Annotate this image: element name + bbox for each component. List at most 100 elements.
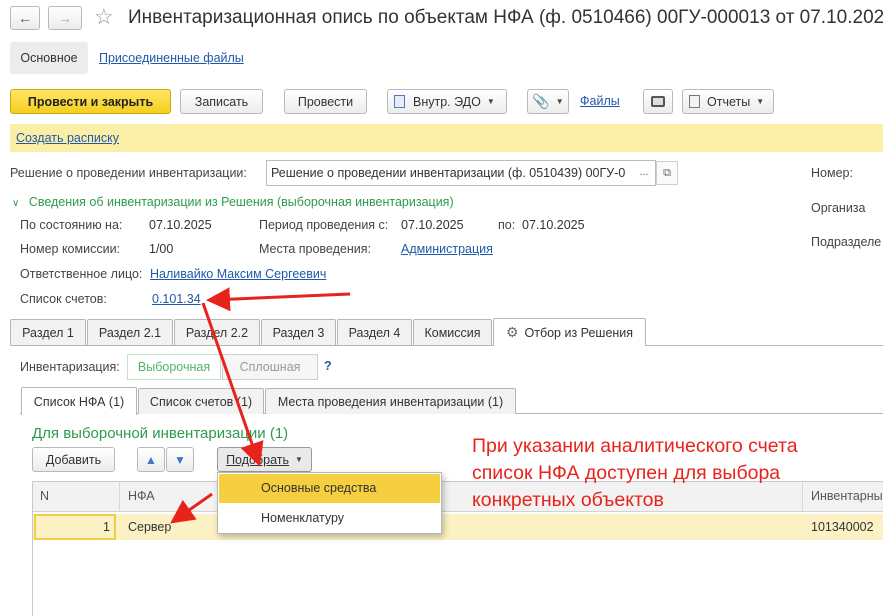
pick-button[interactable]: Подобрать ▼	[217, 447, 312, 472]
add-button[interactable]: Добавить	[32, 447, 115, 472]
reports-button[interactable]: Отчеты ▼	[682, 89, 774, 114]
chevron-down-icon: ▼	[295, 455, 303, 464]
arrow-down-icon: ▼	[174, 452, 186, 467]
ellipsis-icon: ...	[639, 166, 649, 178]
commission-value: 1/00	[149, 242, 174, 256]
inventory-type-label: Инвентаризация:	[20, 360, 120, 374]
help-icon[interactable]: ?	[324, 359, 332, 373]
row-nfa-value: Сервер	[128, 520, 172, 534]
info-section-header[interactable]: ∨ Сведения об инвентаризации из Решения …	[12, 195, 454, 209]
print-button[interactable]	[643, 89, 673, 114]
tab-attached-files[interactable]: Присоединенные файлы	[99, 51, 244, 65]
post-and-close-label: Провести и закрыть	[27, 94, 154, 109]
attach-button[interactable]: 📎 ▼	[527, 89, 569, 114]
files-link[interactable]: Файлы	[580, 94, 620, 108]
chevron-down-icon: ▼	[756, 97, 765, 106]
annotation-text: При указании аналитического счета список…	[472, 433, 798, 514]
tab-selection-from-decision[interactable]: ⚙ Отбор из Решения	[493, 318, 646, 346]
create-receipt-link[interactable]: Создать расписку	[16, 131, 119, 145]
gear-icon: ⚙	[505, 324, 519, 340]
dropdown-item-label: Номенклатуру	[261, 511, 345, 525]
move-down-button[interactable]: ▼	[166, 447, 194, 472]
responsible-link[interactable]: Наливайко Максим Сергеевич	[150, 267, 326, 281]
row-number: 1	[103, 520, 110, 534]
tab-section-2-1[interactable]: Раздел 2.1	[87, 319, 173, 345]
places-label: Места проведения:	[259, 242, 371, 256]
section-tabs-baseline	[10, 345, 883, 346]
internal-edo-label: Внутр. ЭДО	[413, 94, 481, 109]
annotation-line: При указании аналитического счета	[472, 435, 798, 457]
tab-label: Отбор из Решения	[524, 325, 634, 340]
post-label: Провести	[297, 94, 354, 109]
paperclip-icon: 📎	[532, 93, 550, 109]
tab-main-label: Основное	[20, 51, 78, 65]
decision-select-button[interactable]: ...	[634, 161, 654, 185]
responsible-label: Ответственное лицо:	[20, 267, 143, 281]
tab-section-4[interactable]: Раздел 4	[337, 319, 412, 345]
annotation-line: список НФА доступен для выбора	[472, 462, 781, 484]
save-button[interactable]: Записать	[180, 89, 263, 114]
move-up-button[interactable]: ▲	[137, 447, 165, 472]
tab-commission[interactable]: Комиссия	[413, 319, 492, 345]
column-nfa[interactable]: НФА	[128, 489, 155, 503]
chevron-down-icon: ∨	[12, 198, 20, 209]
notice-bar	[10, 124, 883, 152]
commission-label: Номер комиссии:	[20, 242, 121, 256]
tab-section-1[interactable]: Раздел 1	[10, 319, 86, 345]
as-of-value: 07.10.2025	[149, 218, 212, 232]
accounts-link[interactable]: 0.101.34	[152, 292, 201, 306]
back-button[interactable]: ←	[10, 6, 40, 30]
tab-main[interactable]: Основное	[10, 42, 88, 74]
printer-icon	[651, 96, 665, 107]
decision-field[interactable]: Решение о проведении инвентаризации (ф. …	[266, 160, 656, 186]
row-number-cell[interactable]: 1	[34, 514, 116, 540]
forward-button[interactable]: →	[48, 6, 82, 30]
tab-label: Список счетов (1)	[149, 394, 253, 409]
arrow-right-icon: →	[58, 10, 72, 26]
favorite-star-icon[interactable]: ☆	[94, 4, 114, 30]
places-link[interactable]: Администрация	[401, 242, 493, 256]
tab-label: Список НФА (1)	[33, 394, 125, 409]
add-label: Добавить	[45, 452, 102, 467]
column-divider	[802, 482, 803, 512]
organization-label: Организа	[811, 201, 866, 215]
tab-label: Раздел 3	[272, 325, 325, 340]
full-toggle[interactable]: Сплошная	[222, 354, 318, 380]
column-inventory-number[interactable]: Инвентарны	[811, 489, 883, 503]
tab-label: Комиссия	[424, 325, 481, 340]
selective-label: Выборочная	[137, 360, 211, 374]
document-icon	[394, 95, 405, 108]
list-title: Для выборочной инвентаризации (1)	[32, 425, 289, 442]
chevron-down-icon: ▼	[486, 97, 495, 106]
as-of-label: По состоянию на:	[20, 218, 123, 232]
internal-edo-button[interactable]: Внутр. ЭДО ▼	[387, 89, 507, 114]
period-label: Период проведения с:	[259, 218, 389, 232]
row-inventory-number: 101340002	[811, 520, 874, 534]
period-to-label: по:	[498, 218, 516, 232]
column-divider	[119, 482, 120, 512]
column-n[interactable]: N	[40, 489, 49, 503]
tab-label: Раздел 2.1	[98, 325, 162, 340]
save-label: Записать	[194, 94, 249, 109]
arrow-up-icon: ▲	[145, 452, 157, 467]
period-from-value: 07.10.2025	[401, 218, 464, 232]
open-link-icon[interactable]: ⧉	[656, 161, 678, 185]
accounts-label: Список счетов:	[20, 292, 107, 306]
full-label: Сплошная	[239, 360, 301, 374]
tab-section-3[interactable]: Раздел 3	[261, 319, 336, 345]
tab-label: Раздел 1	[22, 325, 74, 340]
reports-label: Отчеты	[707, 94, 751, 109]
tab-places-list[interactable]: Места проведения инвентаризации (1)	[265, 388, 516, 414]
post-and-close-button[interactable]: Провести и закрыть	[10, 89, 171, 114]
chevron-down-icon: ▼	[555, 97, 564, 106]
tab-accounts-list[interactable]: Список счетов (1)	[138, 388, 264, 414]
selective-toggle[interactable]: Выборочная	[127, 354, 221, 380]
tab-nfa-list[interactable]: Список НФА (1)	[21, 387, 137, 415]
dropdown-item-nomenclature[interactable]: Номенклатуру	[219, 504, 440, 532]
report-icon	[689, 95, 700, 108]
post-button[interactable]: Провести	[284, 89, 367, 114]
number-label: Номер:	[811, 166, 853, 180]
tab-section-2-2[interactable]: Раздел 2.2	[174, 319, 260, 345]
pick-label: Подобрать	[226, 452, 289, 467]
dropdown-item-fixed-assets[interactable]: Основные средства	[219, 474, 440, 503]
